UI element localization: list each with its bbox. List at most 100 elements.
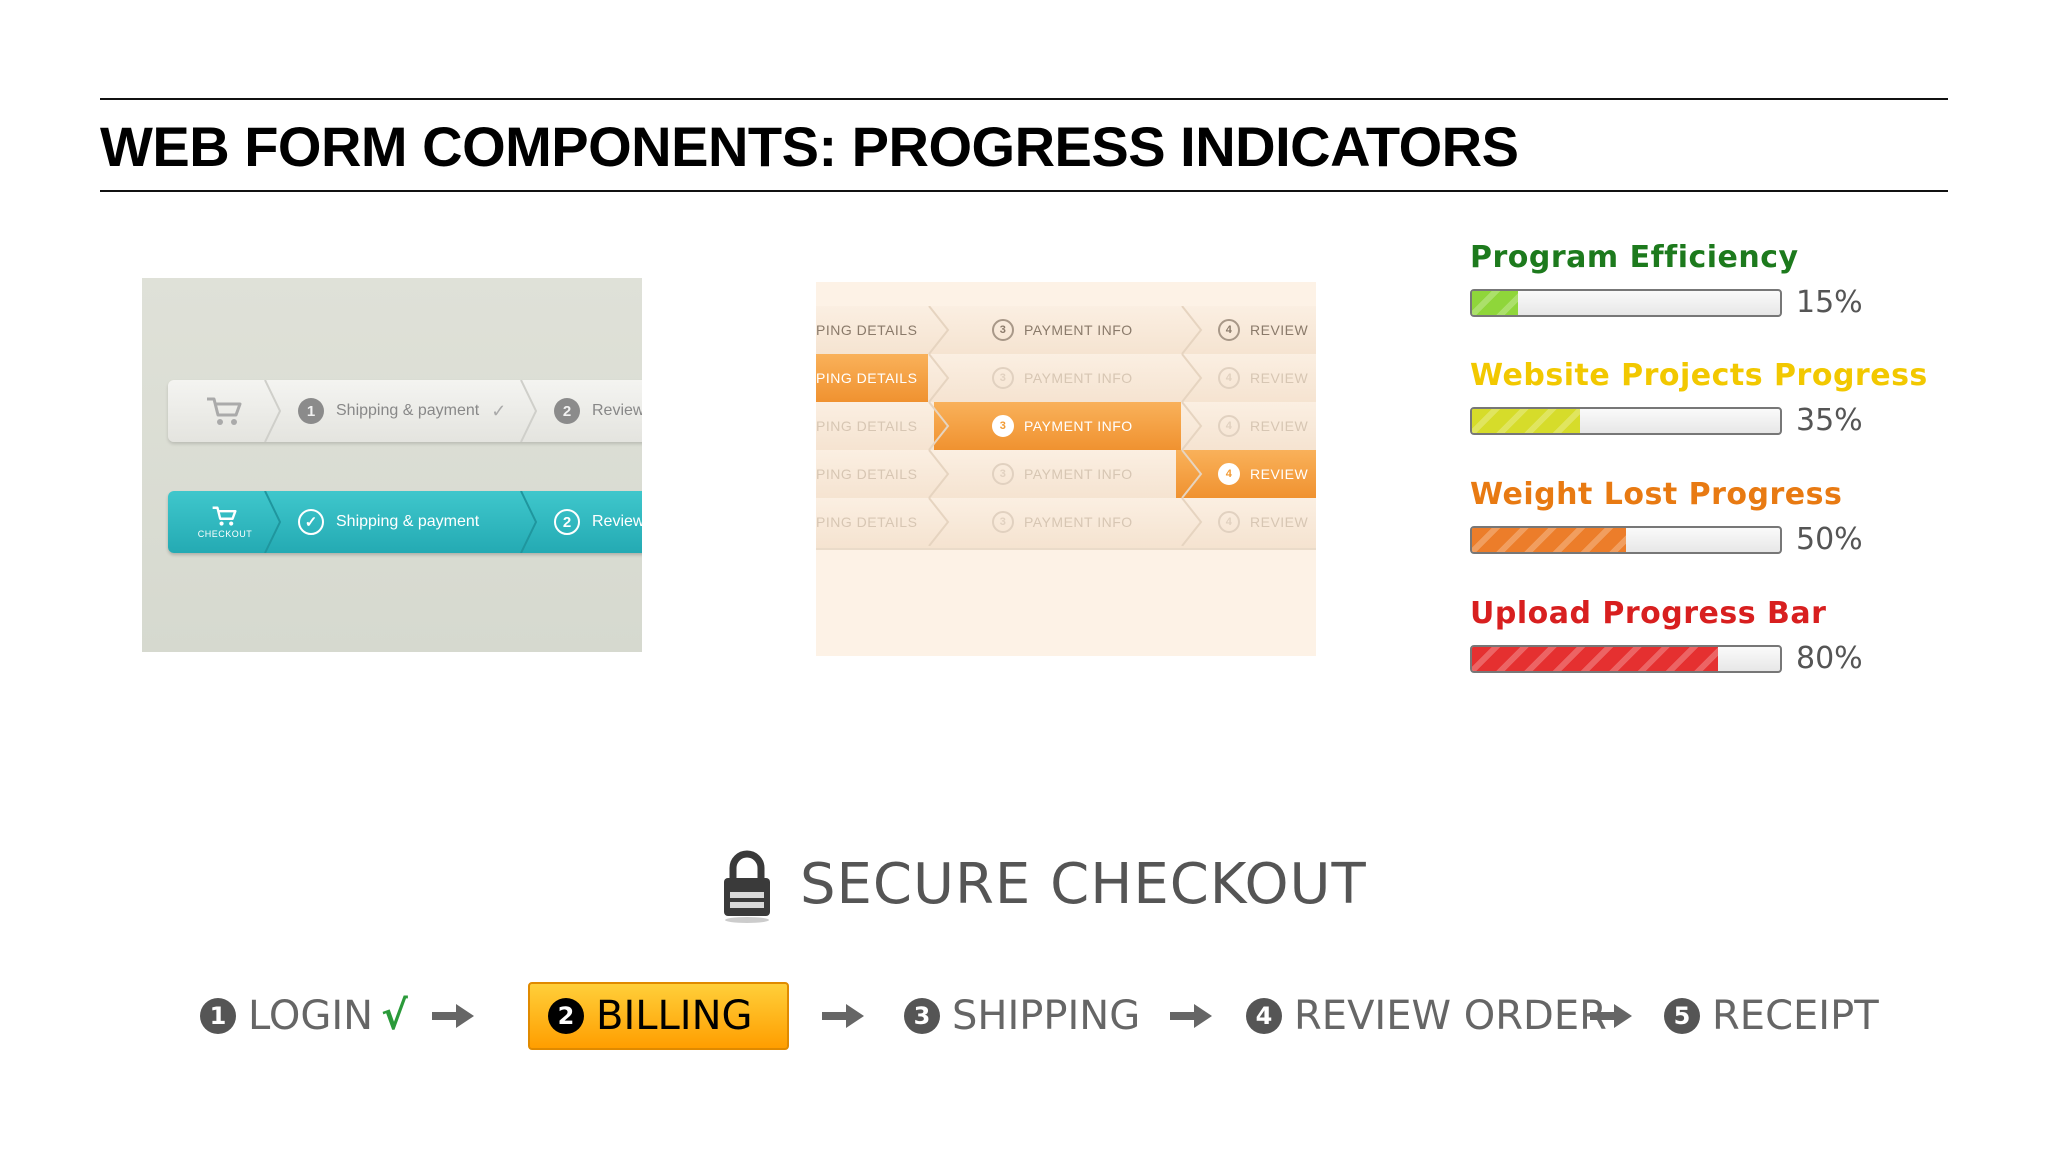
progress-row: 80% bbox=[1470, 641, 1863, 676]
progress-fill bbox=[1472, 408, 1580, 433]
progress-row: 50% bbox=[1470, 522, 1863, 557]
step-label: SHIPPING bbox=[952, 993, 1141, 1039]
step-separator bbox=[1181, 497, 1205, 547]
step-label: REVIEW bbox=[1250, 322, 1309, 338]
step-label: REVIEW bbox=[1250, 514, 1309, 530]
shipping-details-step[interactable]: PING DETAILS bbox=[816, 498, 917, 546]
review-step[interactable]: 4 REVIEW bbox=[1218, 450, 1308, 498]
step-label: REVIEW ORDER bbox=[1294, 993, 1607, 1039]
checkout-step-billing[interactable]: 2 BILLING bbox=[528, 982, 789, 1050]
step-number: 3 bbox=[992, 367, 1014, 389]
review-step[interactable]: 4 REVIEW bbox=[1218, 498, 1308, 546]
review-step[interactable]: 2 Review bbox=[554, 491, 642, 553]
step-row: PING DETAILS 3 PAYMENT INFO 4 REVIEW bbox=[816, 305, 1316, 358]
step-number: 3 bbox=[992, 319, 1014, 341]
step-separator bbox=[1181, 401, 1205, 451]
review-step[interactable]: 4 REVIEW bbox=[1218, 402, 1308, 450]
step-separator bbox=[520, 380, 538, 442]
step-label: RECEIPT bbox=[1712, 993, 1879, 1039]
payment-info-step[interactable]: 3 PAYMENT INFO bbox=[992, 354, 1133, 402]
checkout-step-login[interactable]: 1 LOGIN √ bbox=[200, 982, 408, 1050]
step-label: Shipping & payment bbox=[336, 402, 480, 419]
step-separator bbox=[928, 449, 952, 499]
step-number: 1 bbox=[200, 998, 236, 1034]
shipping-step[interactable]: 1 Shipping & payment ✓ bbox=[298, 380, 506, 442]
step-separator bbox=[264, 380, 282, 442]
step-label: PAYMENT INFO bbox=[1024, 514, 1133, 530]
progress-fill bbox=[1472, 527, 1626, 552]
step-number: 4 bbox=[1218, 319, 1240, 341]
checkout-label: CHECKOUT bbox=[197, 529, 253, 539]
step-number: 2 bbox=[554, 509, 580, 535]
step-separator bbox=[520, 491, 538, 553]
step-number: 4 bbox=[1218, 367, 1240, 389]
cart-icon bbox=[212, 506, 237, 526]
inactive-step-bar: 1 Shipping & payment ✓ 2 Review bbox=[168, 380, 642, 442]
payment-info-step[interactable]: 3 PAYMENT INFO bbox=[992, 450, 1133, 498]
cart-step[interactable] bbox=[190, 380, 260, 442]
step-number: 5 bbox=[1664, 998, 1700, 1034]
step-number: 2 bbox=[554, 398, 580, 424]
arrow-right-icon bbox=[820, 998, 866, 1034]
step-label: PING DETAILS bbox=[816, 466, 918, 482]
checkout-step-shipping[interactable]: 3 SHIPPING bbox=[904, 982, 1140, 1050]
step-number: 3 bbox=[992, 511, 1014, 533]
progress-row: 15% bbox=[1470, 285, 1863, 320]
progress-fill bbox=[1472, 290, 1519, 315]
step-separator bbox=[928, 497, 952, 547]
progress-track bbox=[1470, 406, 1782, 435]
step-label: PAYMENT INFO bbox=[1024, 418, 1133, 434]
shipping-step[interactable]: ✓ Shipping & payment bbox=[298, 491, 479, 553]
checkmark-icon: √ bbox=[381, 993, 408, 1039]
step-label: REVIEW bbox=[1250, 418, 1309, 434]
review-step[interactable]: 4 REVIEW bbox=[1218, 354, 1308, 402]
progress-track bbox=[1470, 288, 1782, 317]
progress-bar-block: Program Efficiency 15% bbox=[1470, 240, 1863, 320]
step-row: PING DETAILS 3 PAYMENT INFO 4 REVIEW bbox=[816, 401, 1316, 454]
step-separator bbox=[928, 401, 952, 451]
cart-step[interactable]: CHECKOUT bbox=[190, 491, 260, 553]
step-number: 4 bbox=[1218, 463, 1240, 485]
step-number: 4 bbox=[1218, 511, 1240, 533]
checkout-step-review-order[interactable]: 4 REVIEW ORDER bbox=[1246, 982, 1607, 1050]
step-row: PING DETAILS 3 PAYMENT INFO 4 REVIEW bbox=[816, 353, 1316, 406]
progress-bar-block: Website Projects Progress 35% bbox=[1470, 358, 1928, 438]
step-number: 4 bbox=[1218, 415, 1240, 437]
step-separator bbox=[928, 305, 952, 355]
step-separator bbox=[928, 353, 952, 403]
checkmark-icon: ✓ bbox=[491, 400, 507, 421]
step-label: PING DETAILS bbox=[816, 418, 918, 434]
step-label: Review bbox=[592, 402, 642, 419]
lock-icon bbox=[724, 850, 770, 923]
step-row: PING DETAILS 3 PAYMENT INFO 4 REVIEW bbox=[816, 449, 1316, 502]
cart-icon bbox=[207, 397, 242, 425]
step-label: PAYMENT INFO bbox=[1024, 466, 1133, 482]
step-label: PAYMENT INFO bbox=[1024, 370, 1133, 386]
step-label: PAYMENT INFO bbox=[1024, 322, 1133, 338]
orange-steps-panel: PING DETAILS 3 PAYMENT INFO 4 REVIEW PING DET… bbox=[816, 282, 1316, 656]
step-label: Shipping & payment bbox=[336, 513, 480, 530]
top-rule bbox=[100, 98, 1948, 100]
progress-percent: 50% bbox=[1796, 522, 1863, 557]
progress-title: Weight Lost Progress bbox=[1470, 477, 1843, 512]
shipping-details-step[interactable]: PING DETAILS bbox=[816, 306, 917, 354]
payment-info-step[interactable]: 3 PAYMENT INFO bbox=[992, 306, 1133, 354]
progress-row: 35% bbox=[1470, 403, 1928, 438]
review-step[interactable]: 2 Review bbox=[554, 380, 642, 442]
progress-title: Website Projects Progress bbox=[1470, 358, 1928, 393]
progress-bar-block: Weight Lost Progress 50% bbox=[1470, 477, 1863, 557]
checkout-steps: 1 LOGIN √ 2 BILLING 3 SHIPPING 4 REVIEW ORDER 5 RE… bbox=[0, 982, 2048, 1050]
progress-bar-block: Upload Progress Bar 80% bbox=[1470, 596, 1863, 676]
step-label: REVIEW bbox=[1250, 370, 1309, 386]
payment-info-step[interactable]: 3 PAYMENT INFO bbox=[992, 498, 1133, 546]
shipping-details-step[interactable]: PING DETAILS bbox=[816, 450, 917, 498]
shipping-details-step[interactable]: PING DETAILS bbox=[816, 354, 917, 402]
arrow-right-icon bbox=[1588, 998, 1634, 1034]
arrow-right-icon bbox=[1168, 998, 1214, 1034]
payment-info-step[interactable]: 3 PAYMENT INFO bbox=[992, 402, 1133, 450]
review-step[interactable]: 4 REVIEW bbox=[1218, 306, 1308, 354]
shipping-details-step[interactable]: PING DETAILS bbox=[816, 402, 917, 450]
checkmark-icon: ✓ bbox=[298, 509, 324, 535]
checkout-step-receipt[interactable]: 5 RECEIPT bbox=[1664, 982, 1879, 1050]
step-label: Review bbox=[592, 513, 642, 530]
